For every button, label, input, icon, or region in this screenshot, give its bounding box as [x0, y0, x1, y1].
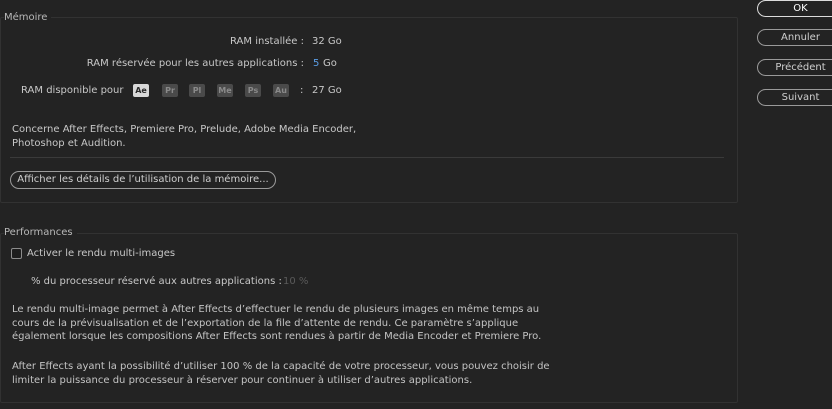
- previous-button[interactable]: Précédent: [757, 59, 832, 76]
- app-badge-after-effects: Ae: [133, 84, 149, 97]
- ram-available-colon: :: [300, 85, 304, 96]
- cpu-description: After Effects ayant la possibilité d’uti…: [12, 360, 550, 387]
- ram-installed-label: RAM installée :: [230, 36, 304, 47]
- next-button[interactable]: Suivant: [757, 89, 832, 106]
- cpu-reserve-label: % du processeur réservé aux autres appli…: [31, 276, 282, 287]
- cpu-reserve-value[interactable]: 10 %: [283, 276, 308, 287]
- ram-reserved-unit: Go: [323, 58, 337, 69]
- memory-note-line-2: Photoshop et Audition.: [12, 138, 126, 149]
- multiframe-description: Le rendu multi-image permet à After Effe…: [12, 303, 541, 344]
- multiframe-description-line-3: également lorsque les compositions After…: [12, 331, 542, 342]
- ram-reserved-label: RAM réservée pour les autres application…: [86, 58, 304, 69]
- app-badge-media-encoder: Me: [217, 84, 233, 97]
- multiframe-description-line-1: Le rendu multi-image permet à After Effe…: [12, 304, 540, 315]
- multiframe-description-line-2: cours de la prévisualisation et de l’exp…: [12, 317, 519, 329]
- app-badge-premiere-pro: Pr: [162, 84, 178, 97]
- ram-available-value: 27 Go: [312, 85, 342, 96]
- app-badge-audition: Au: [273, 84, 289, 97]
- ram-available-label: RAM disponible pour: [21, 85, 124, 96]
- app-badge-prelude: Pl: [189, 84, 205, 97]
- multiframe-label[interactable]: Activer le rendu multi-images: [27, 248, 175, 259]
- cpu-description-line-1: After Effects ayant la possibilité d’uti…: [12, 361, 550, 372]
- cancel-button[interactable]: Annuler: [757, 29, 832, 46]
- ram-installed-value: 32 Go: [312, 36, 342, 47]
- memory-panel-title: Mémoire: [4, 12, 52, 23]
- performance-panel-title: Performances: [4, 227, 77, 238]
- app-badge-photoshop: Ps: [245, 84, 261, 97]
- memory-divider: [10, 157, 724, 158]
- ram-reserved-value[interactable]: 5: [313, 58, 319, 69]
- memory-note-line-1: Concerne After Effects, Premiere Pro, Pr…: [12, 124, 357, 135]
- multiframe-checkbox[interactable]: [11, 248, 22, 259]
- cpu-description-line-2: limiter la puissance du processeur à rés…: [12, 374, 473, 386]
- memory-details-button[interactable]: Afficher les détails de l’utilisation de…: [10, 171, 276, 189]
- ok-button[interactable]: OK: [757, 0, 832, 17]
